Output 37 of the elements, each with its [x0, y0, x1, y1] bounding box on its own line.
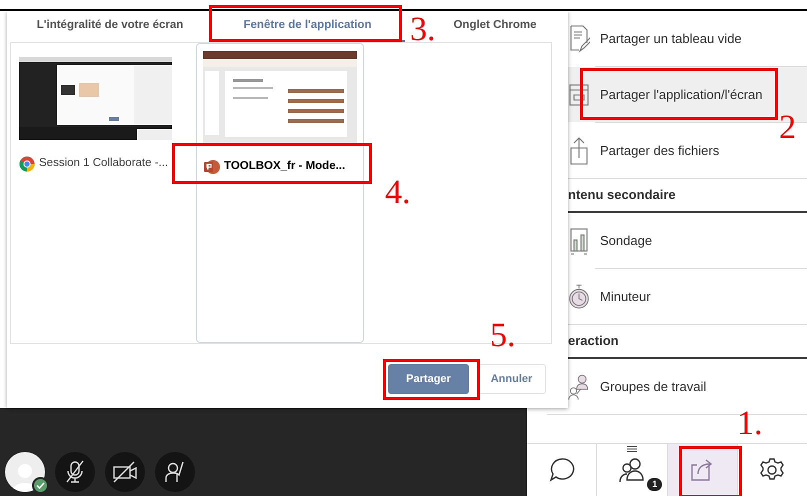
window-caption: TOOLBOX_fr - Mode... [224, 159, 346, 174]
panel-item-label: Partager des fichiers [600, 142, 720, 160]
window-card[interactable]: TOOLBOX_fr - Mode... [196, 43, 364, 343]
poll-icon [568, 226, 590, 256]
screen-icon [568, 82, 590, 108]
chat-bubble-icon [548, 457, 575, 483]
cancel-button[interactable]: Annuler [477, 364, 546, 394]
camera-off-button[interactable] [105, 452, 145, 492]
window-caption: Session 1 Collaborate -... [39, 156, 168, 171]
step-number: 4. [385, 175, 410, 211]
count-badge: 1 [647, 478, 662, 491]
avatar [5, 452, 45, 492]
browser-window-thumbnail[interactable] [19, 57, 172, 140]
panel-item-label: Sondage [600, 232, 652, 250]
step-number: 3. [410, 12, 436, 48]
tab[interactable]: Onglet Chrome [445, 11, 545, 42]
whiteboard-icon [568, 24, 590, 54]
tab[interactable]: L'intégralité de votre écran [10, 11, 210, 42]
upload-icon [568, 136, 590, 166]
raise-hand-button[interactable] [155, 452, 195, 492]
menu-icon [626, 446, 637, 452]
panel-item-label: Partager l'application/l'écran [600, 86, 762, 104]
microphone-off-button[interactable] [55, 452, 95, 492]
panel-item-label: Minuteur [600, 288, 651, 306]
raised-hand-icon [164, 460, 186, 484]
panel-item-label: Partager un tableau vide [600, 30, 742, 48]
panel-item-label: Groupes de travail [600, 378, 706, 396]
step-number: 5. [490, 318, 516, 354]
camera-off-icon [112, 461, 138, 483]
highlight-frame [679, 446, 742, 496]
tab[interactable]: Fenêtre de l'application [210, 11, 405, 42]
share-button[interactable]: Partager [388, 364, 469, 394]
people-icon [618, 456, 646, 484]
presentation-app-icon [203, 158, 220, 175]
browser-icon [19, 156, 35, 172]
microphone-off-icon [64, 460, 86, 484]
slides-window-thumbnail[interactable] [203, 51, 357, 143]
